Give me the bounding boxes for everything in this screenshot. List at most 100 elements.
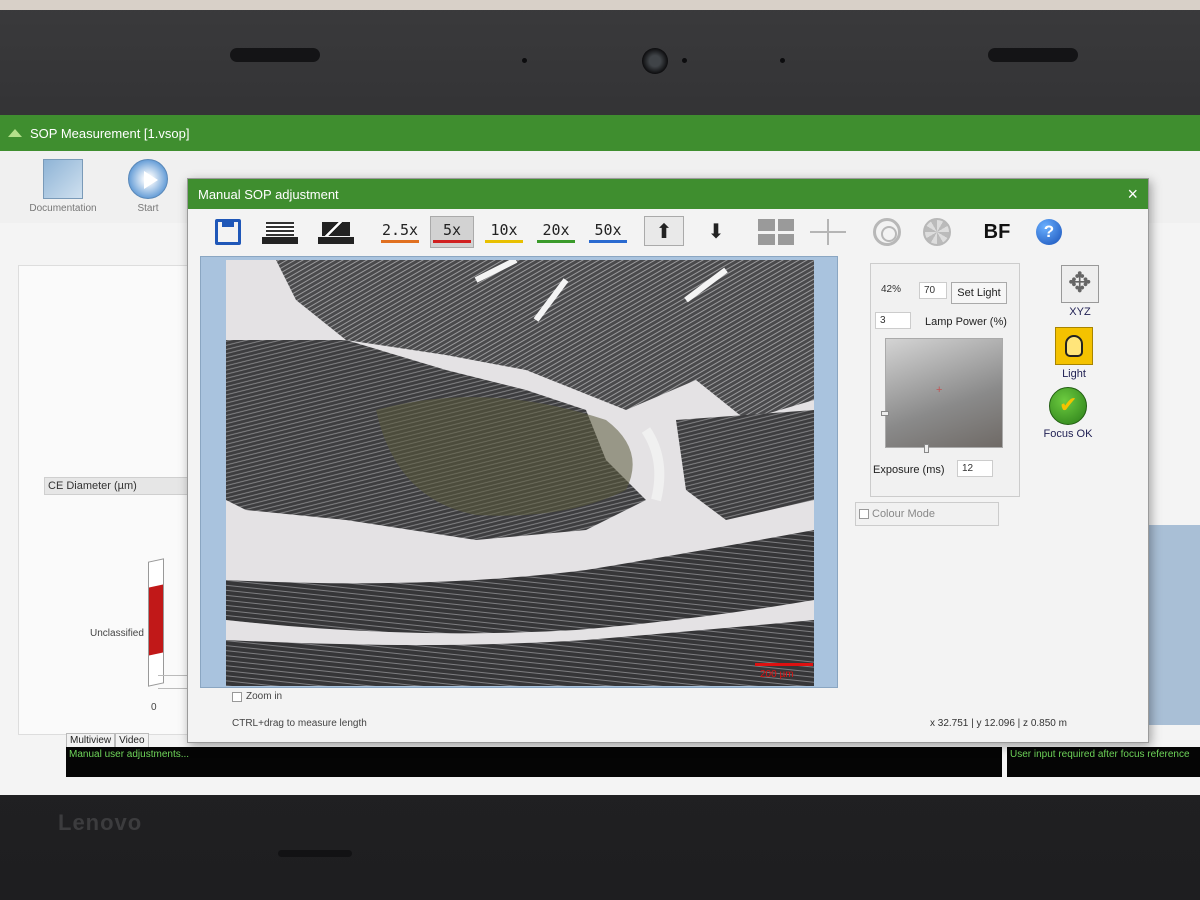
light-up-icon: ⬆ — [655, 220, 673, 243]
zoom-in-checkbox[interactable] — [232, 691, 242, 702]
move-xyz-icon — [1061, 265, 1099, 303]
lamp-power-input[interactable]: 3 — [875, 312, 911, 329]
wall-strip — [0, 0, 1200, 10]
speaker-slot-left — [230, 48, 320, 62]
tab-multiview[interactable]: Multiview — [66, 733, 116, 748]
zoom-10x-button[interactable]: 10x — [482, 216, 526, 248]
save-button[interactable] — [212, 216, 244, 248]
zoom-underline — [589, 240, 627, 243]
dialog-titlebar: Manual SOP adjustment × — [188, 179, 1148, 209]
status-console-left: Manual user adjustments... — [66, 747, 1002, 777]
tab-video[interactable]: Video — [115, 733, 149, 748]
screen: SOP Measurement [1.vsop] Documentation S… — [0, 115, 1200, 795]
help-icon: ? — [1036, 219, 1062, 245]
light-control-panel: 42% 70 Set Light 3 Lamp Power (%) + Expo… — [870, 263, 1020, 497]
scale-bar-label: 200 µm — [760, 669, 794, 680]
light-button[interactable]: Light — [1044, 327, 1104, 380]
horizontal-slider-handle[interactable] — [924, 444, 929, 453]
grid-icon — [758, 219, 794, 245]
measure-hint: CTRL+drag to measure length — [232, 718, 367, 729]
set-light-value-input[interactable]: 70 — [919, 282, 947, 299]
vertical-slider-handle[interactable] — [881, 411, 889, 416]
zoom-label: 2.5x — [381, 221, 419, 239]
eject-tray-button[interactable] — [314, 216, 358, 248]
documentation-icon — [43, 159, 83, 199]
zoom-underline — [381, 240, 419, 243]
main-window-titlebar: SOP Measurement [1.vsop] — [0, 115, 1200, 151]
light-down-icon: ⬇ — [707, 220, 725, 243]
aperture-button[interactable] — [870, 216, 904, 248]
category-label: Unclassified — [90, 628, 144, 639]
start-button[interactable]: Start — [126, 159, 170, 214]
light-exposure-pad[interactable]: + — [881, 338, 1003, 453]
sensor-dot — [522, 58, 527, 63]
pad-crosshair-icon: + — [936, 384, 943, 396]
light-down-button[interactable]: ⬇ — [698, 216, 734, 246]
zoom-label: 10x — [490, 221, 518, 239]
help-button[interactable]: ? — [1034, 216, 1064, 248]
crosshair-button[interactable] — [808, 216, 848, 248]
laptop-brand-logo: Lenovo — [58, 810, 143, 835]
zoom-label: 5x — [442, 221, 462, 239]
zoom-underline — [537, 240, 575, 243]
classification-bar-fill — [149, 584, 163, 656]
zoom-5x-button[interactable]: 5x — [430, 216, 474, 248]
stage-coordinates: x 32.751 | y 12.096 | z 0.850 m — [930, 718, 1067, 729]
set-light-button[interactable]: Set Light — [951, 282, 1007, 304]
status-console-right: User input required after focus referenc… — [1007, 747, 1200, 777]
zoom-label: 50x — [594, 221, 622, 239]
colour-mode-checkbox[interactable] — [859, 509, 869, 519]
shutter-icon — [923, 218, 951, 246]
light-up-button[interactable]: ⬆ — [644, 216, 684, 246]
brightfield-button[interactable]: BF — [980, 216, 1014, 248]
axis-zero-label: 0 — [151, 702, 157, 713]
dialog-title: Manual SOP adjustment — [198, 186, 339, 202]
bottom-tabs: Multiview Video — [66, 733, 149, 748]
zoom-underline — [485, 240, 523, 243]
zoom-in-label: Zoom in — [246, 691, 283, 702]
slide-tray-lightning-icon — [318, 220, 354, 244]
dialog-toolbar: 2.5x 5x 10x 20x 50x ⬆ ⬇ BF ? — [208, 212, 1148, 252]
left-panel — [18, 265, 208, 735]
zoom-underline — [433, 240, 471, 243]
light-label: Light — [1062, 368, 1086, 380]
exposure-input[interactable]: 12 — [957, 460, 993, 477]
colour-mode-label: Colour Mode — [872, 508, 935, 520]
lamp-power-label: Lamp Power (%) — [925, 316, 1007, 328]
microscope-image[interactable] — [226, 260, 814, 686]
ce-diameter-header: CE Diameter (µm) — [44, 477, 209, 495]
zoom-label: 20x — [542, 221, 570, 239]
colour-mode-checkbox-row[interactable]: Colour Mode — [855, 502, 999, 526]
documentation-label: Documentation — [29, 203, 97, 214]
xyz-label: XYZ — [1069, 306, 1091, 318]
scale-bar — [755, 663, 813, 666]
aperture-icon — [873, 218, 901, 246]
hinge — [278, 850, 352, 857]
zoom-2-5x-button[interactable]: 2.5x — [378, 216, 422, 248]
sensor-dot — [780, 58, 785, 63]
live-image-frame — [200, 256, 838, 688]
manual-sop-dialog: Manual SOP adjustment × 2.5x 5x 10x 20x … — [187, 178, 1149, 743]
zoom-50x-button[interactable]: 50x — [586, 216, 630, 248]
zoom-20x-button[interactable]: 20x — [534, 216, 578, 248]
classification-bar — [148, 558, 164, 687]
app-logo-icon — [8, 129, 22, 137]
documentation-button[interactable]: Documentation — [28, 159, 98, 214]
xyz-button[interactable]: XYZ — [1050, 265, 1110, 318]
sensor-dot — [682, 58, 687, 63]
load-tray-button[interactable] — [260, 216, 300, 248]
focus-ok-button[interactable]: Focus OK — [1038, 387, 1098, 440]
crosshair-icon — [810, 219, 846, 245]
focus-ok-icon — [1049, 387, 1087, 425]
tissue-section-image — [226, 260, 814, 686]
webcam-icon — [642, 48, 668, 74]
play-icon — [128, 159, 168, 199]
speaker-slot-right — [988, 48, 1078, 62]
zoom-in-checkbox-row[interactable]: Zoom in — [232, 691, 282, 702]
grid-view-button[interactable] — [756, 216, 796, 248]
light-percent: 42% — [881, 284, 902, 295]
exposure-label: Exposure (ms) — [873, 464, 945, 476]
shutter-button[interactable] — [920, 216, 954, 248]
start-label: Start — [137, 203, 159, 214]
close-button[interactable]: × — [1127, 185, 1138, 203]
